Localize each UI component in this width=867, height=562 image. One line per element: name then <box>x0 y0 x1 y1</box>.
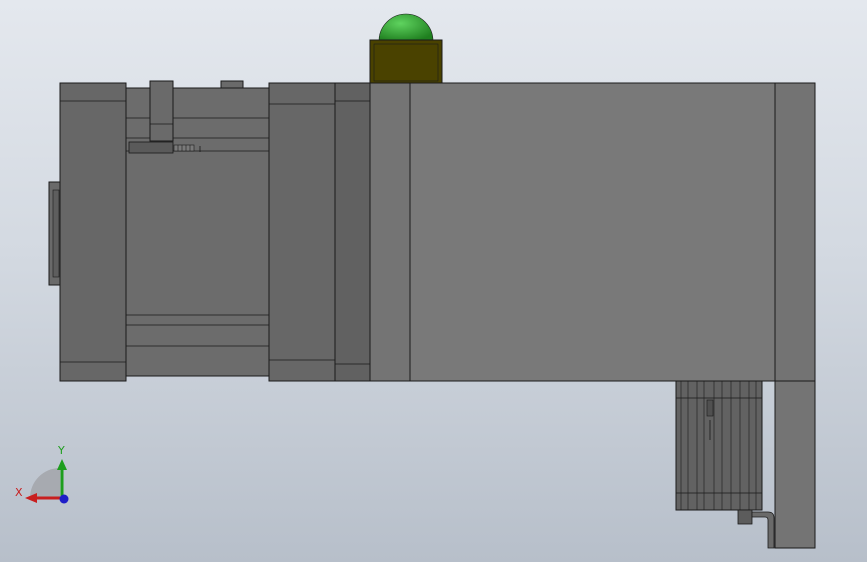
rear-flange[interactable] <box>268 82 336 382</box>
y-axis-label: Y <box>57 444 65 457</box>
mounting-leg[interactable] <box>774 380 816 549</box>
lamp-base <box>369 39 443 84</box>
cable-connector[interactable] <box>737 509 775 549</box>
shaft-hub[interactable] <box>48 181 62 286</box>
adapter-plate[interactable] <box>334 82 371 382</box>
gearbox-body[interactable] <box>369 82 816 382</box>
model-canvas[interactable]: Y X <box>0 0 867 562</box>
cad-viewport[interactable]: Y X <box>0 0 867 562</box>
coordinate-triad: Y X <box>15 444 69 504</box>
z-axis-dot <box>59 494 69 504</box>
encoder-unit[interactable] <box>675 380 763 511</box>
indicator-lamp[interactable] <box>369 13 443 84</box>
triad-plane-quadrant <box>30 468 60 498</box>
x-axis-label: X <box>15 486 23 499</box>
lamp-dome <box>378 13 434 42</box>
motor-housing[interactable] <box>125 87 270 377</box>
front-flange[interactable] <box>59 82 127 382</box>
